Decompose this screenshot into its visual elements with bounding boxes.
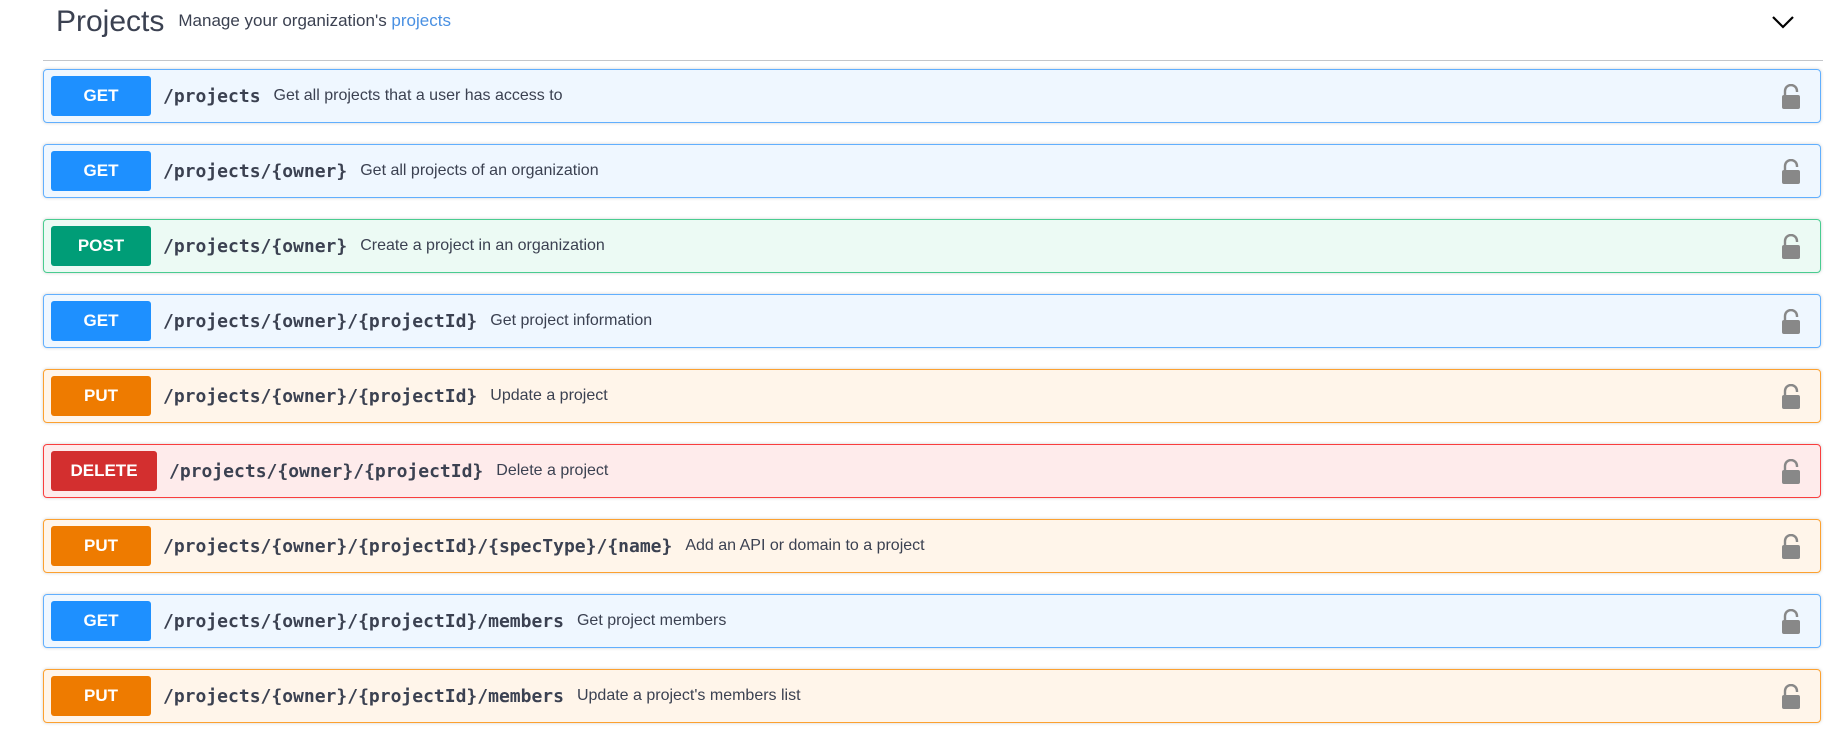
- operation-path: /projects/{owner}/{projectId}: [169, 460, 484, 482]
- operation-path: /projects/{owner}/{projectId}: [163, 310, 478, 332]
- lock-icon[interactable]: [1780, 684, 1802, 710]
- method-badge: GET: [51, 301, 151, 341]
- method-badge: PUT: [51, 676, 151, 716]
- operation-summary: Get project information: [490, 312, 653, 329]
- lock-icon[interactable]: [1780, 459, 1802, 485]
- lock-icon[interactable]: [1780, 384, 1802, 410]
- section-description: Manage your organization's projects: [178, 11, 451, 31]
- operation-summary: Get project members: [576, 612, 727, 629]
- operation-put-project[interactable]: PUT /projects/{owner}/{projectId} Update…: [43, 369, 1821, 423]
- lock-icon[interactable]: [1780, 234, 1802, 260]
- operation-path: /projects/{owner}/{projectId}/members: [163, 610, 564, 632]
- operation-summary: Create a project in an organization: [360, 237, 605, 254]
- lock-icon[interactable]: [1780, 609, 1802, 635]
- section-header[interactable]: Projects Manage your organization's proj…: [43, 0, 1823, 61]
- method-badge: PUT: [51, 526, 151, 566]
- operation-summary: Delete a project: [496, 462, 609, 479]
- operation-put-project-spec[interactable]: PUT /projects/{owner}/{projectId}/{specT…: [43, 519, 1821, 573]
- operation-post-projects-owner[interactable]: POST /projects/{owner} Create a project …: [43, 219, 1821, 273]
- operation-path: /projects/{owner}: [163, 160, 348, 182]
- lock-icon[interactable]: [1780, 84, 1802, 110]
- operation-get-project[interactable]: GET /projects/{owner}/{projectId} Get pr…: [43, 294, 1821, 348]
- operation-path: /projects: [163, 85, 261, 107]
- chevron-down-icon[interactable]: [1767, 6, 1799, 38]
- lock-icon[interactable]: [1780, 309, 1802, 335]
- operation-path: /projects/{owner}/{projectId}/{specType}…: [163, 535, 673, 557]
- operation-path: /projects/{owner}/{projectId}/members: [163, 685, 564, 707]
- method-badge: PUT: [51, 376, 151, 416]
- method-badge: GET: [51, 151, 151, 191]
- method-badge: GET: [51, 601, 151, 641]
- lock-icon[interactable]: [1780, 159, 1802, 185]
- projects-section: Projects Manage your organization's proj…: [43, 0, 1823, 723]
- operation-path: /projects/{owner}/{projectId}: [163, 385, 478, 407]
- method-badge: POST: [51, 226, 151, 266]
- operation-delete-project[interactable]: DELETE /projects/{owner}/{projectId} Del…: [43, 444, 1821, 498]
- operation-summary: Update a project: [490, 387, 608, 404]
- method-badge: DELETE: [51, 451, 157, 491]
- operation-put-project-members[interactable]: PUT /projects/{owner}/{projectId}/member…: [43, 669, 1821, 723]
- operation-summary: Get all projects that a user has access …: [273, 87, 563, 104]
- lock-icon[interactable]: [1780, 534, 1802, 560]
- section-description-text: Manage your organization's: [178, 10, 392, 30]
- method-badge: GET: [51, 76, 151, 116]
- operation-get-project-members[interactable]: GET /projects/{owner}/{projectId}/member…: [43, 594, 1821, 648]
- section-title: Projects: [56, 5, 165, 38]
- operation-get-projects[interactable]: GET /projects Get all projects that a us…: [43, 69, 1821, 123]
- operation-path: /projects/{owner}: [163, 235, 348, 257]
- operation-summary: Update a project's members list: [576, 687, 801, 704]
- operation-get-projects-owner[interactable]: GET /projects/{owner} Get all projects o…: [43, 144, 1821, 198]
- operation-summary: Add an API or domain to a project: [685, 537, 925, 554]
- section-description-link[interactable]: projects: [391, 11, 451, 30]
- operation-summary: Get all projects of an organization: [360, 162, 599, 179]
